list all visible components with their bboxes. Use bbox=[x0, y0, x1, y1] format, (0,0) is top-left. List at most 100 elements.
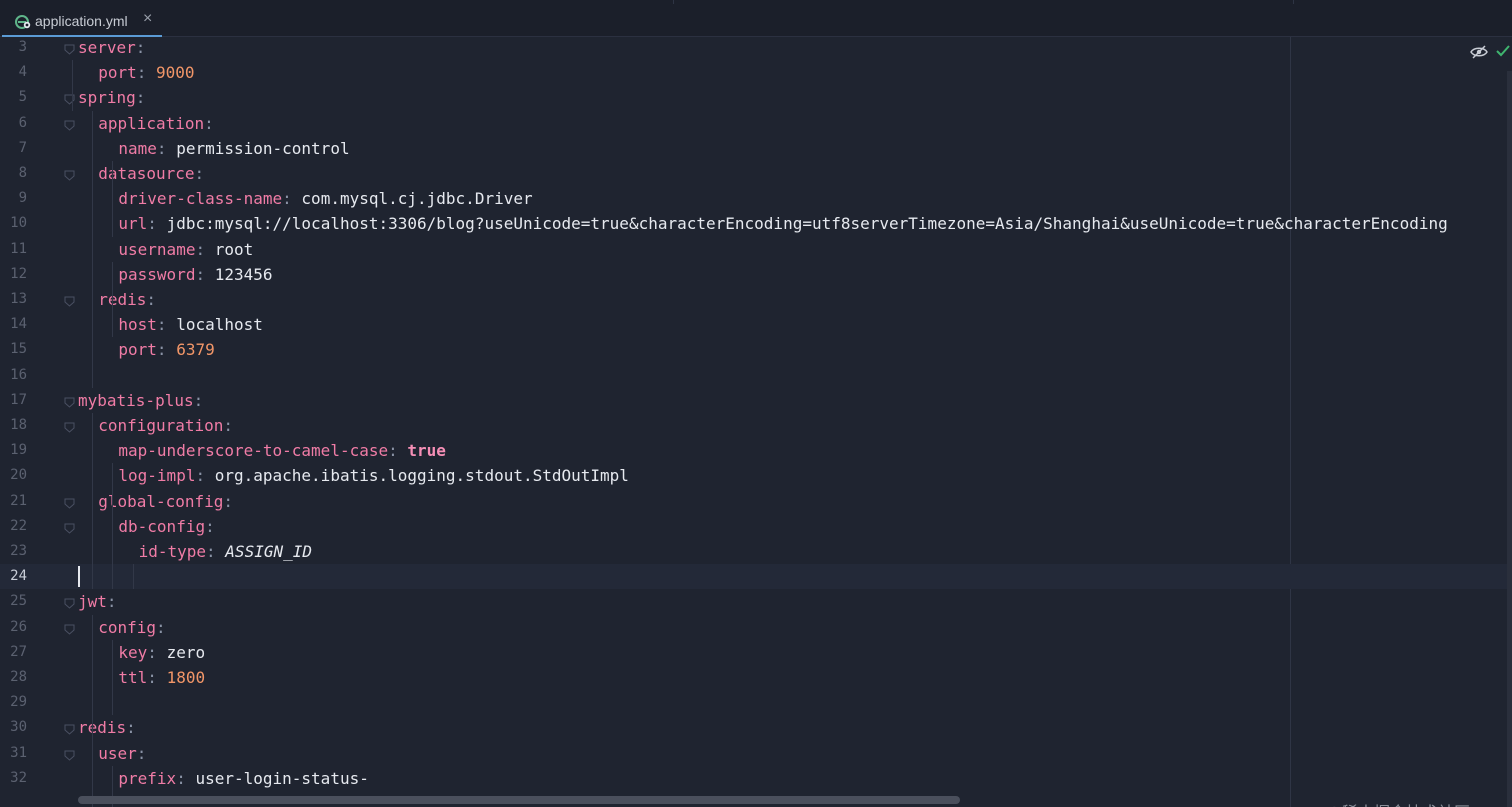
colon: : bbox=[223, 491, 234, 511]
fold-icon[interactable] bbox=[64, 498, 75, 509]
colon: : bbox=[135, 88, 146, 108]
code-line: 13 redis: bbox=[0, 287, 1512, 312]
yaml-value: 9000 bbox=[155, 63, 195, 83]
code-text: global-config: bbox=[98, 489, 233, 514]
line-number: 30 bbox=[10, 719, 27, 736]
code-text: prefix: user-login-status- bbox=[118, 766, 368, 791]
fold-icon[interactable] bbox=[64, 94, 75, 106]
yaml-value: user-login-status- bbox=[195, 768, 369, 788]
colon: : bbox=[156, 315, 177, 335]
close-icon[interactable]: × bbox=[143, 10, 152, 28]
line-number: 32 bbox=[10, 769, 27, 786]
yaml-value: zero bbox=[166, 642, 206, 662]
fold-icon[interactable] bbox=[64, 422, 75, 433]
line-number: 9 bbox=[18, 190, 27, 207]
yaml-value: root bbox=[214, 239, 254, 259]
yaml-key: prefix bbox=[118, 768, 177, 788]
yaml-value: permission-control bbox=[176, 138, 350, 158]
fold-icon[interactable] bbox=[64, 120, 75, 131]
fold-icon[interactable] bbox=[64, 44, 75, 55]
yaml-key: spring bbox=[78, 88, 136, 108]
code-line: 18 configuration: bbox=[0, 413, 1512, 438]
fold-icon[interactable] bbox=[64, 724, 75, 736]
line-number: 3 bbox=[18, 39, 27, 55]
indent-guide bbox=[132, 564, 134, 590]
yaml-key: mybatis-plus bbox=[78, 390, 194, 410]
watermark: @稀土掘金技术社区 bbox=[1326, 799, 1470, 807]
colon: : bbox=[156, 340, 177, 360]
line-number: 15 bbox=[10, 341, 27, 358]
yaml-key: db-config bbox=[118, 516, 206, 536]
code-editor[interactable]: 3 server: 4 port: 9000 5 spring: 6 application:… bbox=[0, 37, 1512, 807]
line-number: 28 bbox=[10, 669, 27, 685]
yaml-key: server bbox=[78, 38, 136, 57]
colon: : bbox=[193, 390, 204, 410]
code-text: password: 123456 bbox=[118, 262, 272, 287]
colon: : bbox=[195, 264, 215, 284]
code-text: mybatis-plus: bbox=[78, 388, 203, 413]
fold-icon[interactable] bbox=[64, 523, 75, 534]
line-number: 10 bbox=[10, 215, 27, 232]
colon: : bbox=[147, 668, 167, 687]
code-text: db-config: bbox=[118, 514, 214, 539]
indent-guide bbox=[92, 110, 94, 388]
fold-icon[interactable] bbox=[64, 624, 75, 635]
yaml-value: com.mysql.cj.jdbc.Driver bbox=[301, 189, 533, 209]
indent-guide bbox=[92, 413, 94, 590]
code-line: 14 host: localhost bbox=[0, 312, 1512, 337]
yaml-value: 123456 bbox=[214, 264, 273, 284]
yaml-key: password bbox=[118, 264, 196, 284]
colon: : bbox=[195, 239, 215, 259]
code-text: port: 9000 bbox=[98, 60, 194, 85]
colon: : bbox=[195, 466, 215, 486]
yaml-key: application bbox=[98, 113, 205, 133]
check-icon[interactable] bbox=[1495, 43, 1511, 59]
line-number: 14 bbox=[10, 316, 27, 333]
line-number: 29 bbox=[10, 694, 27, 711]
code-line: 23 id-type: ASSIGN_ID bbox=[0, 539, 1512, 564]
fold-icon[interactable] bbox=[64, 296, 75, 307]
fold-icon[interactable] bbox=[64, 598, 75, 610]
yaml-value: 6379 bbox=[176, 340, 215, 360]
colon: : bbox=[204, 113, 214, 133]
tab-divider bbox=[1293, 0, 1294, 4]
line-number: 11 bbox=[10, 240, 27, 257]
yaml-value: org.apache.ibatis.logging.stdout.StdOutI… bbox=[214, 466, 629, 486]
line-number: 22 bbox=[10, 517, 27, 534]
colon: : bbox=[126, 718, 136, 738]
yaml-key: username bbox=[118, 239, 196, 259]
code-text: redis: bbox=[98, 287, 156, 312]
yaml-key: map-underscore-to-camel-case bbox=[118, 441, 389, 461]
code-line: 24 bbox=[0, 564, 1512, 589]
code-line: 5 spring: bbox=[0, 85, 1512, 110]
code-text: redis: bbox=[78, 715, 136, 740]
colon: : bbox=[206, 542, 226, 561]
code-line: 6 application: bbox=[0, 111, 1512, 136]
code-line: 27 key: zero bbox=[0, 640, 1512, 665]
indent-guide bbox=[112, 261, 114, 338]
horizontal-scrollbar[interactable] bbox=[78, 796, 960, 804]
yaml-value: ASSIGN_ID bbox=[225, 542, 312, 561]
colon: : bbox=[147, 214, 167, 234]
eye-slash-icon[interactable] bbox=[1470, 45, 1488, 59]
line-number: 27 bbox=[10, 643, 27, 660]
fold-icon[interactable] bbox=[64, 750, 75, 761]
tab-divider bbox=[673, 0, 674, 4]
indent-guide bbox=[112, 463, 114, 539]
code-line: 3 server: bbox=[0, 37, 1512, 60]
fold-icon[interactable] bbox=[64, 397, 75, 408]
code-text: key: zero bbox=[118, 640, 205, 665]
tab-application-yml[interactable]: application.yml × bbox=[2, 4, 162, 37]
yaml-key: redis bbox=[78, 718, 127, 738]
fold-icon[interactable] bbox=[64, 170, 75, 181]
code-text: server: bbox=[78, 37, 145, 60]
yaml-value: true bbox=[407, 441, 446, 461]
yaml-key: name bbox=[118, 138, 157, 158]
colon: : bbox=[106, 592, 117, 612]
yaml-key: configuration bbox=[98, 416, 224, 435]
vertical-scrollbar[interactable] bbox=[1507, 71, 1512, 807]
colon: : bbox=[194, 164, 205, 183]
code-text: host: localhost bbox=[118, 312, 263, 337]
code-text: config: bbox=[98, 615, 165, 640]
colon: : bbox=[176, 768, 196, 788]
